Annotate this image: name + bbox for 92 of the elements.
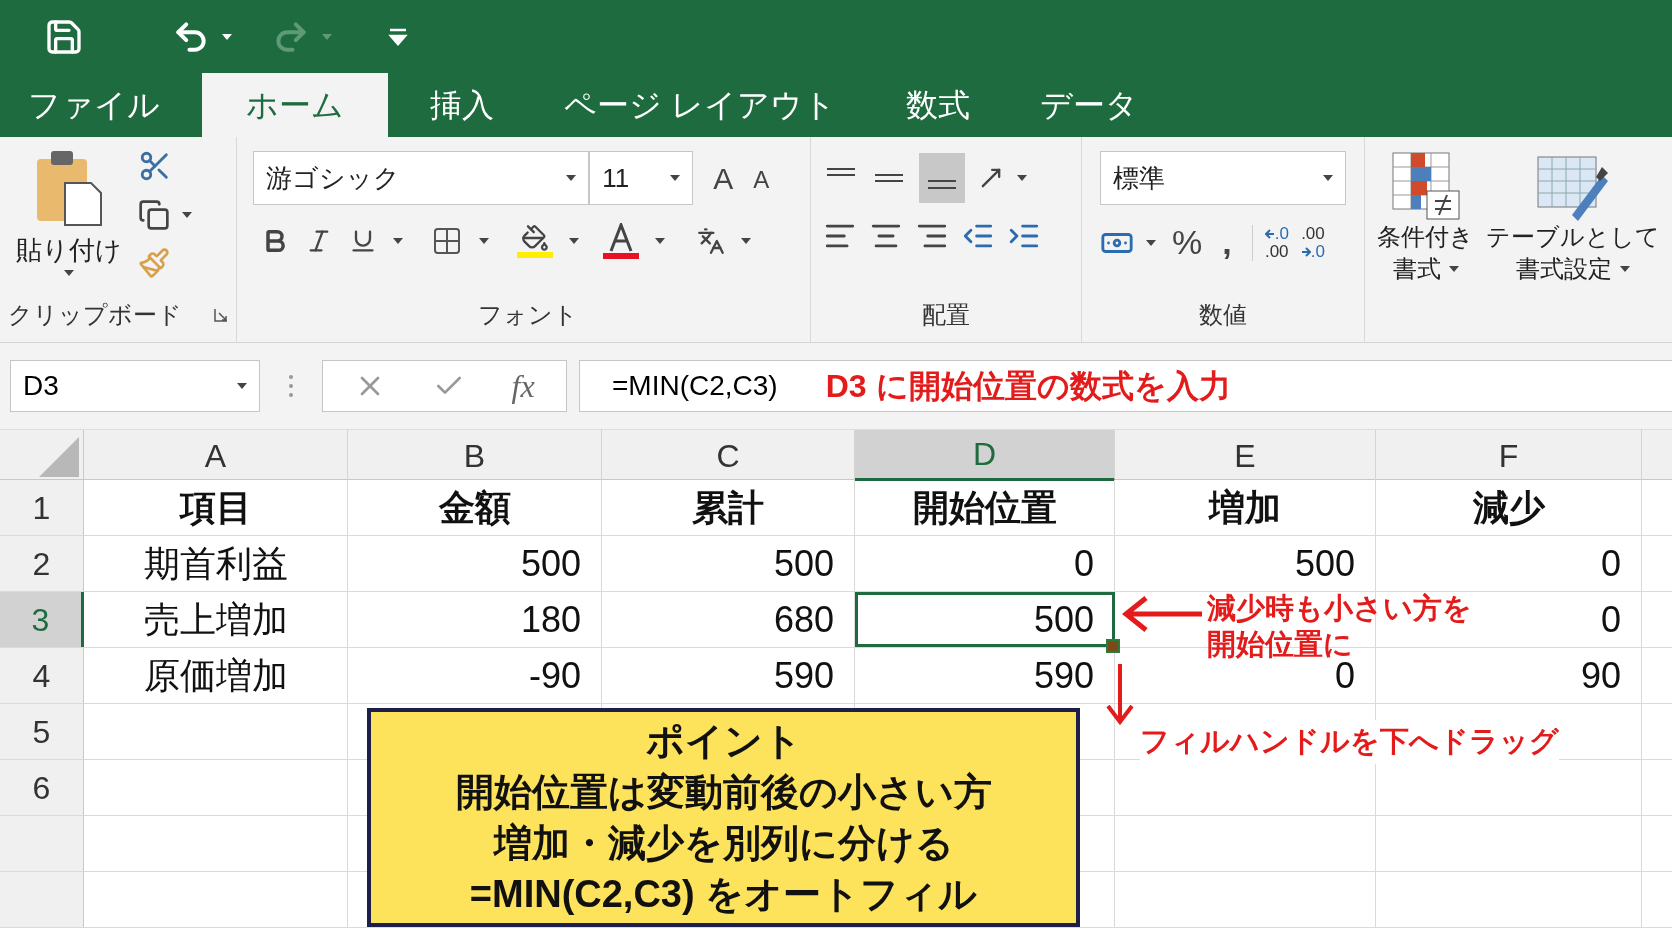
side-note: 減少時も小さい方を 開始位置に bbox=[1207, 591, 1472, 662]
row-header[interactable]: 4 bbox=[0, 648, 84, 703]
name-box[interactable]: D3 bbox=[10, 360, 260, 412]
ribbon-tab[interactable]: 挿入 bbox=[402, 73, 522, 137]
customize-toolbar-icon[interactable] bbox=[388, 27, 408, 46]
caret-icon[interactable] bbox=[393, 238, 404, 244]
table-cell-text: 0 bbox=[1600, 597, 1621, 642]
comma-button[interactable]: , bbox=[1222, 217, 1232, 268]
copy-icon[interactable] bbox=[138, 199, 170, 231]
left-arrow-icon bbox=[1264, 228, 1275, 239]
column-header[interactable]: A bbox=[84, 430, 348, 481]
row-header[interactable]: 6 bbox=[0, 760, 84, 815]
table-cell-text: 590 bbox=[1033, 653, 1094, 698]
callout-text: 増加・減少を別列に分ける bbox=[493, 820, 954, 866]
header-cell-text: 開始位置 bbox=[912, 485, 1057, 530]
row-header[interactable]: 3 bbox=[0, 592, 84, 647]
caret-icon[interactable] bbox=[569, 238, 580, 244]
conditional-format-icon bbox=[1390, 151, 1461, 221]
callout-text: ポイント bbox=[645, 718, 802, 764]
format-as-table-button[interactable]: テーブルとして 書式設定 bbox=[1486, 151, 1660, 342]
table-cell-text: 0 bbox=[1600, 541, 1621, 586]
header-cell-text: 金額 bbox=[438, 485, 511, 530]
number-format-dropdown[interactable]: 標準 bbox=[1100, 151, 1346, 205]
table-cell-text: 500 bbox=[773, 541, 834, 586]
table-cell-text: 期首利益 bbox=[143, 541, 288, 586]
table-cell-text: 90 bbox=[1580, 653, 1621, 698]
caret-icon[interactable] bbox=[64, 270, 74, 276]
column-header[interactable]: B bbox=[348, 430, 602, 481]
font-name-dropdown[interactable]: 游ゴシック bbox=[253, 151, 590, 205]
dialog-launcher-icon[interactable] bbox=[214, 308, 229, 322]
table-cell-text: 680 bbox=[773, 597, 834, 642]
fill-handle[interactable] bbox=[1106, 639, 1120, 653]
group-label: クリップボード bbox=[8, 300, 182, 330]
insert-function-button[interactable]: fx bbox=[511, 362, 535, 410]
header-cell-text: 減少 bbox=[1472, 485, 1545, 530]
caret-icon[interactable] bbox=[479, 238, 490, 244]
drag-note: フィルハンドルを下へドラッグ bbox=[1140, 720, 1559, 764]
callout-text: 開始位置は変動前後の小さい方 bbox=[455, 769, 992, 815]
fill-color-icon[interactable] bbox=[517, 224, 554, 258]
conditional-formatting-button[interactable]: 条件付き 書式 bbox=[1377, 151, 1474, 342]
group-label: 配置 bbox=[921, 300, 970, 330]
font-color-icon[interactable] bbox=[603, 223, 640, 259]
shrink-font-button[interactable]: A bbox=[753, 162, 770, 198]
header-cell-text: 累計 bbox=[692, 485, 764, 530]
caret-icon[interactable] bbox=[182, 212, 192, 218]
caret-icon[interactable] bbox=[1620, 266, 1630, 272]
group-label: フォント bbox=[477, 300, 578, 330]
decrease-decimal-button[interactable]: .00 .0 bbox=[1300, 224, 1326, 261]
font-size-dropdown[interactable]: 11 bbox=[589, 151, 694, 205]
caret-icon[interactable] bbox=[741, 238, 752, 244]
grow-font-button[interactable]: A bbox=[713, 155, 734, 201]
column-header[interactable]: F bbox=[1376, 430, 1642, 481]
caret-icon[interactable] bbox=[566, 175, 577, 181]
table-cell-text: 0 bbox=[1073, 541, 1094, 586]
down-arrow bbox=[1106, 664, 1134, 726]
header-cell-text: 増加 bbox=[1209, 485, 1281, 530]
group-label: 数値 bbox=[1199, 300, 1247, 330]
row-header[interactable]: 2 bbox=[0, 536, 84, 591]
right-arrow-icon bbox=[1300, 246, 1311, 257]
header-cell-text: 項目 bbox=[179, 485, 252, 530]
table-cell-text: 売上増加 bbox=[143, 597, 288, 642]
column-header[interactable]: D bbox=[855, 430, 1115, 481]
paste-button[interactable]: 貼り付け bbox=[16, 145, 122, 276]
caret-icon[interactable] bbox=[1146, 239, 1156, 246]
table-cell-text: 500 bbox=[1033, 597, 1094, 642]
caret-icon[interactable] bbox=[222, 33, 232, 40]
formula-field[interactable]: =MIN(C2,C3) D3 に開始位置の数式を入力 bbox=[579, 360, 1672, 412]
caret-icon[interactable] bbox=[1323, 175, 1333, 181]
ribbon-tab[interactable]: データ bbox=[1011, 73, 1166, 137]
formula-note: D3 に開始位置の数式を入力 bbox=[825, 367, 1231, 406]
caret-icon[interactable] bbox=[670, 175, 681, 181]
increase-decimal-button[interactable]: .0 .00 bbox=[1251, 224, 1289, 261]
table-cell-text: 500 bbox=[520, 541, 581, 586]
table-cell-text: 180 bbox=[520, 597, 581, 642]
ribbon-tab[interactable]: 数式 bbox=[877, 73, 998, 137]
percent-button[interactable]: % bbox=[1172, 217, 1203, 268]
table-cell-text: 原価増加 bbox=[143, 653, 288, 698]
ribbon-tab[interactable]: ホーム bbox=[202, 73, 388, 137]
caret-icon[interactable] bbox=[1016, 175, 1027, 181]
caret-icon[interactable] bbox=[237, 383, 247, 389]
column-header[interactable]: E bbox=[1115, 430, 1376, 481]
table-cell-text: 590 bbox=[773, 653, 834, 698]
table-cell-text: 500 bbox=[1294, 541, 1355, 586]
row-header[interactable]: 5 bbox=[0, 704, 84, 759]
table-cell-text: -90 bbox=[528, 653, 581, 698]
caret-icon[interactable] bbox=[1448, 266, 1459, 272]
ribbon-tab[interactable]: ファイル bbox=[0, 73, 188, 137]
callout-text: =MIN(C2,C3) をオートフィル bbox=[469, 871, 978, 917]
row-header[interactable]: 1 bbox=[0, 480, 84, 535]
more-options-icon[interactable] bbox=[288, 374, 294, 398]
caret-icon[interactable] bbox=[655, 238, 666, 244]
ribbon-tab[interactable]: ページ レイアウト bbox=[536, 73, 864, 137]
